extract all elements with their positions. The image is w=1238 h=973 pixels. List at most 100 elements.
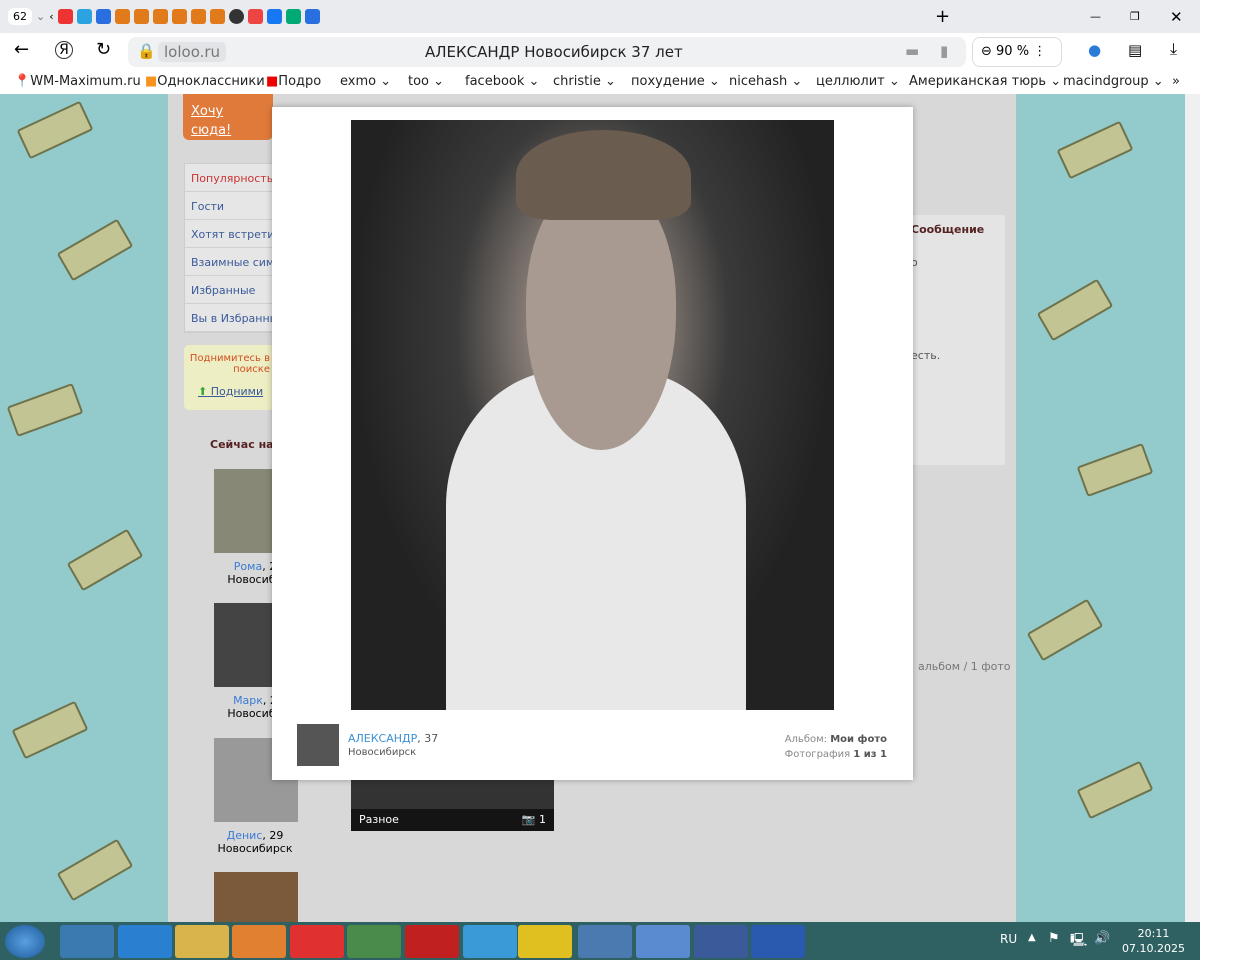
author-avatar[interactable] — [297, 724, 339, 766]
minimize-icon[interactable]: — — [1090, 10, 1101, 23]
taskbar-app-icon[interactable] — [694, 925, 748, 958]
tab-favicon-icon[interactable] — [133, 9, 149, 24]
tray-expand-icon[interactable]: ▲ — [1028, 932, 1036, 943]
photo-index: 1 из 1 — [853, 749, 887, 760]
taskbar-app-icon[interactable] — [636, 925, 690, 958]
author-age: , 37 — [417, 732, 439, 745]
bookmark-folder-prison[interactable]: Американская тюрь ⌄ — [909, 74, 1061, 89]
maximize-icon[interactable]: ❐ — [1130, 10, 1140, 23]
album-count: 📷 1 — [521, 813, 546, 826]
user-link[interactable]: Денис — [227, 829, 263, 842]
taskbar-app-icon[interactable] — [347, 925, 401, 958]
zoom-out-icon: ⊖ — [981, 44, 997, 59]
scrollbar[interactable] — [1185, 94, 1200, 922]
album-name: Разное — [359, 813, 399, 826]
taskbar-app-icon[interactable] — [578, 925, 632, 958]
taskbar-app-icon[interactable] — [232, 925, 286, 958]
sidebar-menu: Популярность Гости Хотят встретит Взаимн… — [184, 163, 274, 333]
taskbar-app-icon[interactable] — [290, 925, 344, 958]
tab-favicon-icon[interactable] — [114, 9, 130, 24]
tab-favicon-icon[interactable] — [247, 9, 263, 24]
taskbar-app-icon[interactable] — [175, 925, 229, 958]
clock[interactable]: 20:11 07.10.2025 — [1122, 926, 1185, 956]
bookmark-folder-nicehash[interactable]: nicehash ⌄ — [729, 74, 802, 89]
language-indicator[interactable]: RU — [1000, 932, 1017, 946]
photo-hair-shape — [516, 130, 691, 220]
bookmark-folder-diet[interactable]: похудение ⌄ — [631, 74, 720, 89]
tab-favicon-icon[interactable] — [285, 9, 301, 24]
promo-link[interactable]: ⬆ Подними — [198, 385, 263, 398]
author-info: АЛЕКСАНДР, 37 Новосибирск — [348, 732, 438, 758]
tab-favicon-icon[interactable] — [266, 9, 282, 24]
promo-text: Поднимитесь в поиске — [189, 353, 270, 375]
comment-icon[interactable]: ▬ — [905, 42, 919, 60]
more-bookmarks-icon[interactable]: » — [1172, 74, 1180, 89]
bookmark-folder-macindgroup[interactable]: macindgroup ⌄ — [1063, 74, 1164, 89]
taskbar-app-icon[interactable] — [60, 925, 114, 958]
photo-face-shape — [526, 180, 676, 450]
tab-favicon-icon[interactable] — [171, 9, 187, 24]
tab-favicon-icon[interactable] — [95, 9, 111, 24]
sidebar-item-mutual[interactable]: Взаимные симп — [185, 248, 273, 276]
bookmark-folder-cellulite[interactable]: целлюлит ⌄ — [816, 74, 900, 89]
action-center-flag-icon[interactable]: ⚑ — [1048, 931, 1060, 946]
bookmark-wm-maximum[interactable]: 📍WM-Maximum.ru — [14, 74, 141, 89]
sidebar-item-guests[interactable]: Гости — [185, 192, 273, 220]
back-icon[interactable]: ← — [14, 39, 29, 60]
user-link[interactable]: Марк — [233, 694, 263, 707]
tab-favicon-icon[interactable] — [304, 9, 320, 24]
taskbar-app-icon[interactable] — [751, 925, 805, 958]
bookmark-odnoklassniki[interactable]: ■Одноклассники — [145, 74, 265, 89]
taskbar-app-icon[interactable] — [463, 925, 517, 958]
tab-favicon-icon[interactable] — [228, 9, 244, 24]
chevron-down-icon[interactable]: ⌄ — [36, 10, 45, 23]
album-card[interactable]: Разное 📷 1 — [351, 780, 554, 831]
user-link[interactable]: Рома — [234, 560, 262, 573]
money-bg-decor — [1056, 120, 1134, 180]
lock-icon: 🔒 — [137, 42, 156, 60]
money-bg-decor — [56, 218, 134, 282]
tab-favicon-icon[interactable] — [209, 9, 225, 24]
album-info: альбом / 1 фото — [918, 660, 1011, 673]
zoom-control[interactable]: ⊖ 90 % ⋮ — [972, 37, 1062, 67]
send-message-link[interactable]: Сообщение — [911, 223, 999, 236]
money-bg-decor — [66, 528, 144, 592]
tab-favicon-icon[interactable] — [57, 9, 73, 24]
taskbar-app-icon[interactable] — [405, 925, 459, 958]
sidebar-item-favorites[interactable]: Избранные — [185, 276, 273, 304]
bookmark-icon[interactable]: ▮ — [940, 42, 948, 60]
download-icon[interactable]: ⤓ — [1170, 39, 1177, 59]
extension-icon[interactable]: ● — [1088, 41, 1101, 59]
zoom-level: 90 % — [996, 44, 1030, 59]
sidebar-item-popularity[interactable]: Популярность — [185, 164, 273, 192]
sidebar-item-in-favorites[interactable]: Вы в Избранны — [185, 304, 273, 332]
album-name-link[interactable]: Мои фото — [830, 734, 887, 745]
money-bg-decor — [1026, 598, 1104, 662]
network-icon[interactable]: 🖳 — [1070, 931, 1087, 953]
sidebar-item-want-meet[interactable]: Хотят встретит — [185, 220, 273, 248]
chevron-left-icon[interactable]: ‹ — [49, 10, 53, 23]
yandex-icon[interactable]: Я — [55, 41, 73, 59]
tab-favicon-icon[interactable] — [76, 9, 92, 24]
bookmark-folder-too[interactable]: too ⌄ — [408, 74, 444, 89]
url-domain[interactable]: loloo.ru — [158, 42, 227, 62]
bookmark-folder-exmo[interactable]: exmo ⌄ — [340, 74, 391, 89]
author-name-link[interactable]: АЛЕКСАНДР — [348, 732, 417, 745]
start-button[interactable] — [5, 925, 45, 958]
new-tab-icon[interactable]: + — [935, 6, 950, 27]
bookmark-folder-facebook[interactable]: facebook ⌄ — [465, 74, 539, 89]
user-thumb[interactable] — [214, 872, 298, 922]
taskbar-app-icon[interactable] — [118, 925, 172, 958]
taskbar-app-icon[interactable] — [518, 925, 572, 958]
close-icon[interactable]: ✕ — [1170, 8, 1183, 26]
bookmark-folder-christie[interactable]: christie ⌄ — [553, 74, 616, 89]
want-here-button[interactable]: Хочу сюда! — [183, 94, 273, 140]
collections-icon[interactable]: ▤ — [1128, 41, 1142, 59]
bookmark-youtube[interactable]: ■Подро — [266, 74, 321, 89]
tab-count-button[interactable]: 62 — [8, 8, 32, 25]
volume-icon[interactable]: 🔊 — [1094, 931, 1110, 946]
tab-favicon-icon[interactable] — [152, 9, 168, 24]
profile-photo[interactable] — [351, 120, 834, 710]
reload-icon[interactable]: ↻ — [96, 39, 111, 60]
tab-favicon-icon[interactable] — [190, 9, 206, 24]
